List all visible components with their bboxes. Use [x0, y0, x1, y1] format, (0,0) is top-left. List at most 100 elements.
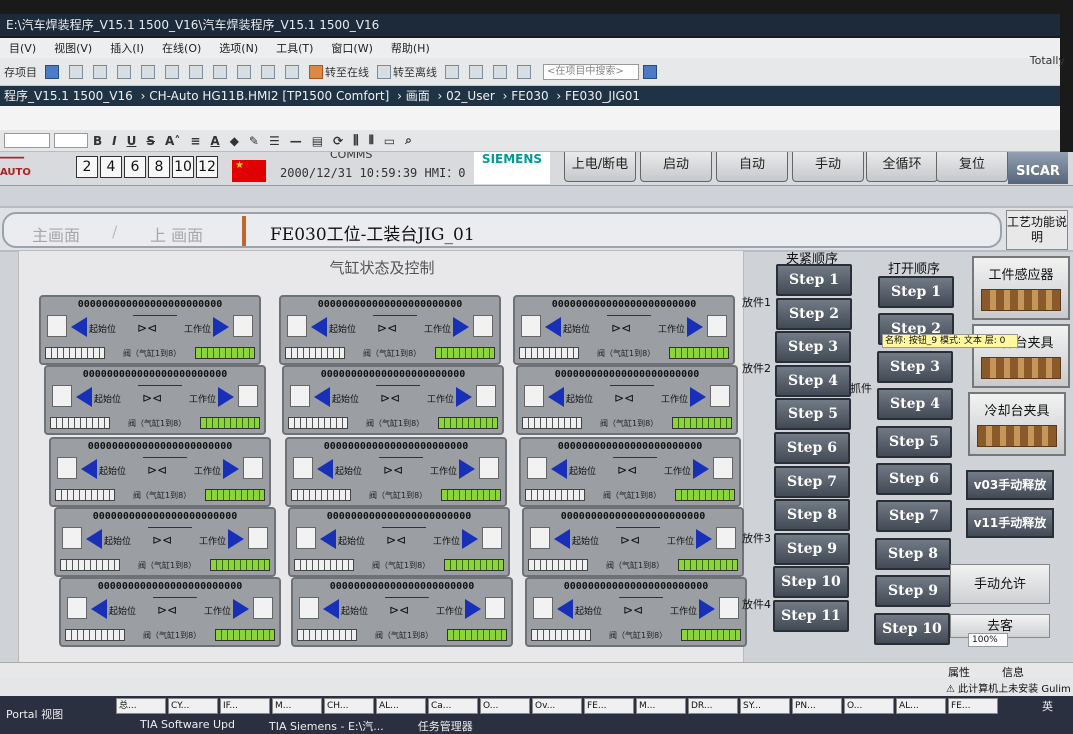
number-button[interactable]: 2	[76, 156, 98, 178]
retract-arrow-icon[interactable]	[548, 387, 564, 407]
clamp-step-button[interactable]: Step 3	[775, 331, 851, 364]
main-screen-link[interactable]: 主画面	[32, 222, 80, 246]
strikethrough-button[interactable]: S	[146, 134, 155, 148]
cut-button[interactable]	[69, 64, 85, 79]
project-search-input[interactable]: <在项目中搜索>	[543, 63, 639, 80]
power-button[interactable]: 上电/断电	[564, 152, 636, 182]
fill-color-icon[interactable]: ◆	[230, 134, 239, 148]
extend-arrow-icon[interactable]	[699, 599, 715, 619]
open-step-button[interactable]: Step 4	[877, 388, 953, 421]
menu-insert[interactable]: 插入(I)	[110, 40, 144, 56]
open-step-button[interactable]: Step 7	[876, 500, 952, 533]
upload-button[interactable]	[261, 64, 277, 79]
download-button[interactable]	[237, 64, 253, 79]
extend-arrow-icon[interactable]	[693, 459, 709, 479]
retract-arrow-icon[interactable]	[557, 599, 573, 619]
align-button[interactable]: ≡	[190, 134, 200, 148]
retract-arrow-icon[interactable]	[317, 459, 333, 479]
clamp-step-button[interactable]: Step 2	[776, 297, 852, 330]
retract-arrow-icon[interactable]	[71, 317, 87, 337]
editor-task[interactable]: FE...	[584, 698, 634, 714]
start-button[interactable]: 启动	[640, 152, 712, 182]
editor-task[interactable]: M...	[272, 698, 322, 714]
zoom-tool-icon[interactable]: ⌕	[405, 133, 412, 148]
line-width-icon[interactable]: —	[290, 134, 302, 148]
menu-options[interactable]: 选项(N)	[219, 40, 258, 56]
auto-button[interactable]: 自动	[716, 152, 788, 182]
retract-arrow-icon[interactable]	[320, 529, 336, 549]
editor-task[interactable]: Ov...	[532, 698, 582, 714]
extend-arrow-icon[interactable]	[459, 459, 475, 479]
font-color-button[interactable]: A	[210, 134, 219, 148]
split-vertical-button[interactable]	[517, 64, 533, 79]
menu-help[interactable]: 帮助(H)	[391, 40, 430, 56]
editor-task[interactable]: PN...	[792, 698, 842, 714]
retract-arrow-icon[interactable]	[545, 317, 561, 337]
extend-arrow-icon[interactable]	[687, 317, 703, 337]
number-button[interactable]: 10	[172, 156, 194, 178]
open-step-button[interactable]: Step 6	[876, 463, 952, 495]
clamp-step-button[interactable]: Step 9	[774, 532, 850, 565]
accessible-devices-button[interactable]	[445, 64, 461, 79]
clamp-step-button[interactable]: Step 11	[773, 600, 849, 632]
taskbar-app[interactable]: TIA Software Upd	[140, 718, 235, 734]
clamp-step-button[interactable]: Step 7	[774, 465, 850, 498]
zoom-select[interactable]: 100%	[968, 633, 1008, 647]
breadcrumb-item[interactable]: 程序_V15.1 1500_V16	[4, 89, 133, 103]
menu-view[interactable]: 视图(V)	[54, 40, 92, 56]
clamp-step-button[interactable]: Step 10	[773, 566, 849, 599]
full-cycle-button[interactable]: 全循环	[866, 152, 938, 182]
clamp-step-button[interactable]: Step 6	[774, 432, 850, 464]
editor-task[interactable]: M...	[636, 698, 686, 714]
retract-arrow-icon[interactable]	[311, 317, 327, 337]
taskbar-app[interactable]: TIA Siemens - E:\汽...	[269, 718, 384, 734]
open-step-button[interactable]: Step 9	[875, 575, 951, 608]
distribute-icon[interactable]: ⫴	[369, 133, 374, 148]
group-icon[interactable]: ▭	[384, 134, 395, 148]
font-size-increase-button[interactable]: A˄	[165, 134, 180, 148]
prev-screen-link[interactable]: 上 画面	[150, 222, 203, 246]
manual-button[interactable]: 手动	[792, 152, 864, 182]
retract-arrow-icon[interactable]	[76, 387, 92, 407]
taskbar-app[interactable]: 任务管理器	[418, 718, 473, 734]
input-language[interactable]: 英	[1042, 698, 1053, 714]
redo-button[interactable]	[189, 64, 205, 79]
open-step-button[interactable]: Step 1	[878, 276, 954, 308]
retract-arrow-icon[interactable]	[81, 459, 97, 479]
go-offline-button[interactable]: 转至离线	[377, 64, 437, 80]
retract-arrow-icon[interactable]	[91, 599, 107, 619]
line-style-icon[interactable]: ☰	[269, 134, 280, 148]
extend-arrow-icon[interactable]	[465, 599, 481, 619]
extend-arrow-icon[interactable]	[213, 317, 229, 337]
extend-arrow-icon[interactable]	[462, 529, 478, 549]
reset-button[interactable]: 复位	[936, 152, 1008, 182]
portal-view-button[interactable]: Portal 视图	[6, 706, 63, 722]
editor-task[interactable]: O...	[480, 698, 530, 714]
stop-runtime-button[interactable]	[469, 64, 485, 79]
number-button[interactable]: 8	[148, 156, 170, 178]
italic-button[interactable]: I	[112, 134, 116, 148]
breadcrumb-item[interactable]: CH-Auto HG11B.HMI2 [TP1500 Comfort]	[149, 89, 389, 103]
delete-button[interactable]	[141, 64, 157, 79]
clamp-step-button[interactable]: Step 4	[775, 364, 851, 397]
number-button[interactable]: 6	[124, 156, 146, 178]
search-button[interactable]	[643, 64, 659, 79]
save-project-button[interactable]: 存项目	[4, 64, 37, 80]
bold-button[interactable]: B	[93, 134, 102, 148]
editor-task[interactable]: DR...	[688, 698, 738, 714]
menu-view-partial[interactable]: 目(V)	[9, 40, 36, 56]
editor-task[interactable]: SY...	[740, 698, 790, 714]
compile-button[interactable]	[213, 64, 229, 79]
clamp-step-button[interactable]: Step 5	[775, 398, 851, 431]
extend-arrow-icon[interactable]	[696, 529, 712, 549]
editor-task[interactable]: Ca...	[428, 698, 478, 714]
editor-task[interactable]: FE...	[948, 698, 998, 714]
undo-button[interactable]	[165, 64, 181, 79]
print-button[interactable]	[45, 64, 61, 79]
cooling-fixture-button[interactable]: 冷却台夹具	[968, 392, 1066, 456]
go-online-button[interactable]: 转至在线	[309, 64, 369, 80]
open-step-button[interactable]: Step 5	[876, 425, 952, 458]
extend-arrow-icon[interactable]	[228, 529, 244, 549]
menu-tools[interactable]: 工具(T)	[276, 40, 313, 56]
editor-task[interactable]: AL...	[376, 698, 426, 714]
